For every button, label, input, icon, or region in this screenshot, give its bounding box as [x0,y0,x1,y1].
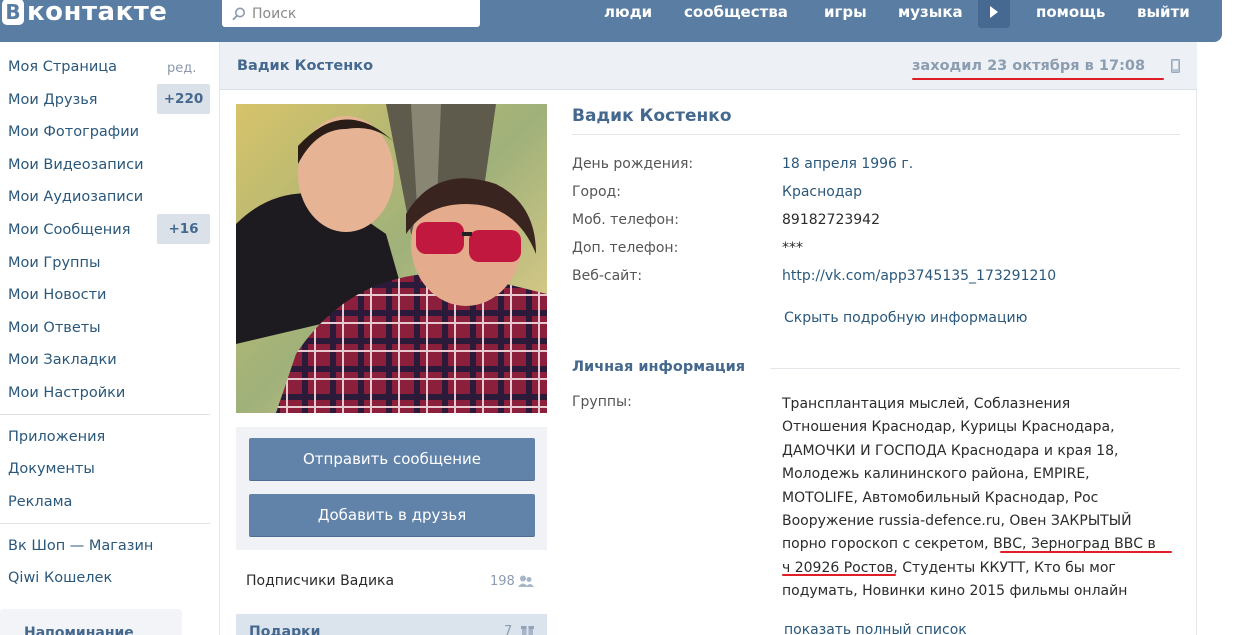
gift-icon [521,626,534,635]
profile-photo[interactable] [236,104,547,413]
subscribers-link[interactable]: Подписчики Вадика [246,573,394,589]
nav-logout[interactable]: выйти [1137,3,1190,21]
menu-my-photos[interactable]: Мои Фотографии [8,124,139,140]
menu-my-groups[interactable]: Мои Группы [8,255,100,271]
vk-logo[interactable]: B контакте [0,0,167,30]
menu-ads[interactable]: Реклама [8,494,72,510]
reminder-block[interactable]: Напоминание [0,609,182,635]
menu-qiwi-wallet[interactable]: Qiwi Кошелек [8,570,112,586]
menu-my-audio[interactable]: Мои Аудиозаписи [8,189,143,205]
logo-text: контакте [27,0,168,27]
website-link[interactable]: http://vk.com/app3745135_173291210 [782,268,1056,284]
menu-my-friends[interactable]: Мои Друзья [8,92,98,108]
messages-badge[interactable]: +16 [157,214,210,244]
city-label: Город: [572,184,621,200]
mobile-phone-icon [1171,59,1180,73]
personal-info-header: Личная информация [572,359,746,375]
red-underline [782,574,896,576]
users-icon [518,575,534,587]
menu-my-page[interactable]: Моя Страница [8,59,117,75]
nav-communities[interactable]: сообщества [684,3,788,21]
section-divider [770,368,1180,369]
subscribers-count: 198 [490,574,515,589]
search-input[interactable] [252,5,462,22]
last-seen-status: заходил 23 октября в 17:08 [912,58,1146,74]
menu-my-settings[interactable]: Мои Настройки [8,385,125,401]
groups-line[interactable]: Молодежь калининского района, EMPIRE, [782,463,1182,486]
hide-details-link[interactable]: Скрыть подробную информацию [784,310,1027,326]
name-divider [572,134,1180,135]
groups-list: Трансплантация мыслей, Соблазнения Отнош… [782,393,1182,604]
photo-image [236,104,547,413]
nav-games[interactable]: игры [824,3,867,21]
extra-phone-value: *** [782,240,803,256]
groups-line[interactable]: Трансплантация мыслей, Соблазнения [782,393,1182,416]
gifts-title: Подарки [249,624,321,635]
menu-my-news[interactable]: Мои Новости [8,287,106,303]
website-label: Веб-сайт: [572,268,643,284]
profile-header-bar: Вадик Костенко заходил 23 октября в 17:0… [220,42,1197,90]
nav-music[interactable]: музыка [898,3,963,21]
profile-name: Вадик Костенко [572,106,732,126]
menu-my-videos[interactable]: Мои Видеозаписи [8,157,144,173]
groups-line[interactable]: Отношения Краснодар, Курицы Краснодара, [782,416,1182,439]
menu-my-messages[interactable]: Мои Сообщения [8,222,130,238]
add-friend-button[interactable]: Добавить в друзья [249,494,535,537]
menu-my-answers[interactable]: Мои Ответы [8,320,101,336]
show-full-list-link[interactable]: показать полный список [784,622,967,635]
nav-help[interactable]: помощь [1036,3,1105,21]
friends-badge[interactable]: +220 [157,84,210,114]
groups-line[interactable]: подумать, Новинки кино 2015 фильмы онлай… [782,580,1182,603]
groups-line[interactable]: ч 20926 Ростов, Студенты ККУТТ, Кто бы м… [782,557,1182,580]
extra-phone-label: Доп. телефон: [572,240,679,256]
logo-letter: B [2,0,24,25]
groups-line[interactable]: Вооружение russia-defence.ru, Овен ЗАКРЫ… [782,510,1182,533]
menu-vk-shop[interactable]: Вк Шоп — Магазин [8,538,153,554]
red-underline [912,78,1164,80]
reminder-title: Напоминание [24,625,134,635]
city-value[interactable]: Краснодар [782,184,862,200]
birthday-label: День рождения: [572,156,694,172]
play-icon [990,6,998,18]
menu-documents[interactable]: Документы [8,461,95,477]
music-play-button[interactable] [978,0,1010,28]
mobile-phone-value: 89182723942 [782,212,880,228]
menu-edit-link[interactable]: ред. [167,61,196,76]
gifts-count: 7 [504,624,513,635]
nav-people[interactable]: люди [604,3,652,21]
groups-label: Группы: [572,394,632,410]
search-box[interactable] [222,0,480,27]
gifts-header[interactable]: Подарки 7 [236,614,547,635]
menu-divider [0,414,210,415]
groups-line[interactable]: ДАМОЧКИ И ГОСПОДА Краснодара и края 18, [782,440,1182,463]
birthday-value[interactable]: 18 апреля 1996 г. [782,156,913,172]
red-underline [1000,551,1172,553]
search-icon [232,7,245,20]
groups-line[interactable]: порно гороскоп с секретом, ВВС, Зерногра… [782,533,1182,556]
page-title: Вадик Костенко [237,58,374,74]
send-message-button[interactable]: Отправить сообщение [249,438,535,481]
profile-actions: Отправить сообщение Добавить в друзья [236,427,547,550]
top-header: B контакте люди сообщества игры музыка п… [0,0,1222,42]
menu-apps[interactable]: Приложения [8,429,105,445]
mobile-phone-label: Моб. телефон: [572,212,679,228]
menu-divider [0,523,210,524]
groups-line[interactable]: MOTOLIFE, Автомобильный Краснодар, Рос [782,487,1182,510]
page-edge [1238,0,1250,635]
menu-my-bookmarks[interactable]: Мои Закладки [8,352,117,368]
